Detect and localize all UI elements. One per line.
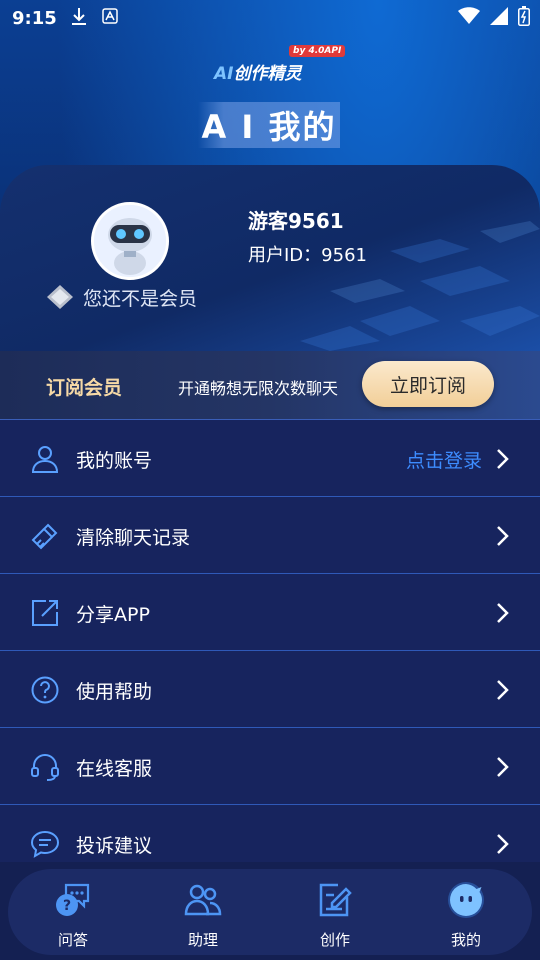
subscribe-button[interactable]: 立即订阅 xyxy=(362,361,494,407)
menu-item-help[interactable]: 使用帮助 xyxy=(0,651,540,728)
menu-item-account[interactable]: 我的账号 点击登录 xyxy=(0,420,540,497)
avatar[interactable] xyxy=(91,202,169,280)
user-icon xyxy=(31,446,59,473)
nav-item-qa[interactable]: ? 问答 xyxy=(18,869,128,955)
subscribe-title: 订阅会员 xyxy=(46,377,123,399)
nav-label: 我的 xyxy=(450,931,481,949)
battery-icon xyxy=(518,6,530,26)
headset-icon xyxy=(31,754,59,781)
nav-label: 问答 xyxy=(57,931,88,949)
help-icon xyxy=(31,676,59,704)
brand-badge: by 4.0API xyxy=(289,45,346,57)
menu-label: 使用帮助 xyxy=(76,681,153,703)
member-status-text: 您还不是会员 xyxy=(83,287,198,310)
svg-text:?: ? xyxy=(63,898,71,914)
assistant-icon xyxy=(184,884,222,916)
app-notification-icon xyxy=(102,8,118,24)
chevron-right-icon xyxy=(497,834,509,854)
nav-item-create[interactable]: 创作 xyxy=(280,869,390,955)
subscribe-bar: 订阅会员 开通畅想无限次数聊天 立即订阅 xyxy=(0,351,540,420)
nav-label: 助理 xyxy=(187,931,218,949)
menu-label: 投诉建议 xyxy=(76,835,153,857)
login-link[interactable]: 点击登录 xyxy=(406,446,482,473)
page-title: A I 我的 xyxy=(198,102,340,148)
username: 游客9561 xyxy=(248,209,344,233)
menu-item-customer-service[interactable]: 在线客服 xyxy=(0,728,540,805)
download-icon xyxy=(72,8,86,25)
menu-label: 在线客服 xyxy=(76,758,153,780)
signal-icon xyxy=(490,7,508,25)
chevron-right-icon xyxy=(497,603,509,623)
brand-title: AI创作精灵 xyxy=(214,59,301,84)
brand-logo: by 4.0API AI创作精灵 xyxy=(214,45,354,85)
profile-card: 游客9561 用户ID：9561 您还不是会员 xyxy=(0,165,540,351)
member-status: 您还不是会员 xyxy=(45,283,197,311)
chevron-right-icon xyxy=(497,680,509,700)
chat-question-icon: ? xyxy=(56,883,90,916)
user-id: 用户ID：9561 xyxy=(248,245,367,266)
nav-item-mine[interactable]: 我的 xyxy=(411,869,521,955)
settings-menu: 我的账号 点击登录 清除聊天记录 分享APP 使用帮助 在线客服 投诉建议 xyxy=(0,420,540,862)
share-icon xyxy=(32,600,58,626)
nav-label: 创作 xyxy=(319,931,350,949)
status-bar: 9:15 xyxy=(0,0,540,36)
chevron-right-icon xyxy=(497,526,509,546)
brand-name: 创作精灵 xyxy=(233,64,302,84)
menu-label: 清除聊天记录 xyxy=(76,527,191,549)
nav-item-assistant[interactable]: 助理 xyxy=(148,869,258,955)
diamond-icon xyxy=(47,285,73,309)
bottom-nav: ? 问答 助理 创作 我的 xyxy=(8,869,532,955)
menu-label: 我的账号 xyxy=(76,450,153,472)
feedback-icon xyxy=(30,830,60,858)
broom-icon xyxy=(31,523,58,550)
menu-label: 分享APP xyxy=(76,604,150,626)
mine-bot-icon xyxy=(448,882,484,918)
chevron-right-icon xyxy=(497,757,509,777)
edit-icon xyxy=(319,883,352,917)
status-time: 9:15 xyxy=(12,8,57,29)
chevron-right-icon xyxy=(497,449,509,469)
menu-item-share[interactable]: 分享APP xyxy=(0,574,540,651)
wifi-icon xyxy=(458,7,480,24)
menu-item-clear-history[interactable]: 清除聊天记录 xyxy=(0,497,540,574)
menu-item-feedback[interactable]: 投诉建议 xyxy=(0,805,540,862)
subscribe-description: 开通畅想无限次数聊天 xyxy=(178,379,339,398)
brand-ai: AI xyxy=(214,64,234,84)
robot-avatar-icon xyxy=(94,205,166,277)
